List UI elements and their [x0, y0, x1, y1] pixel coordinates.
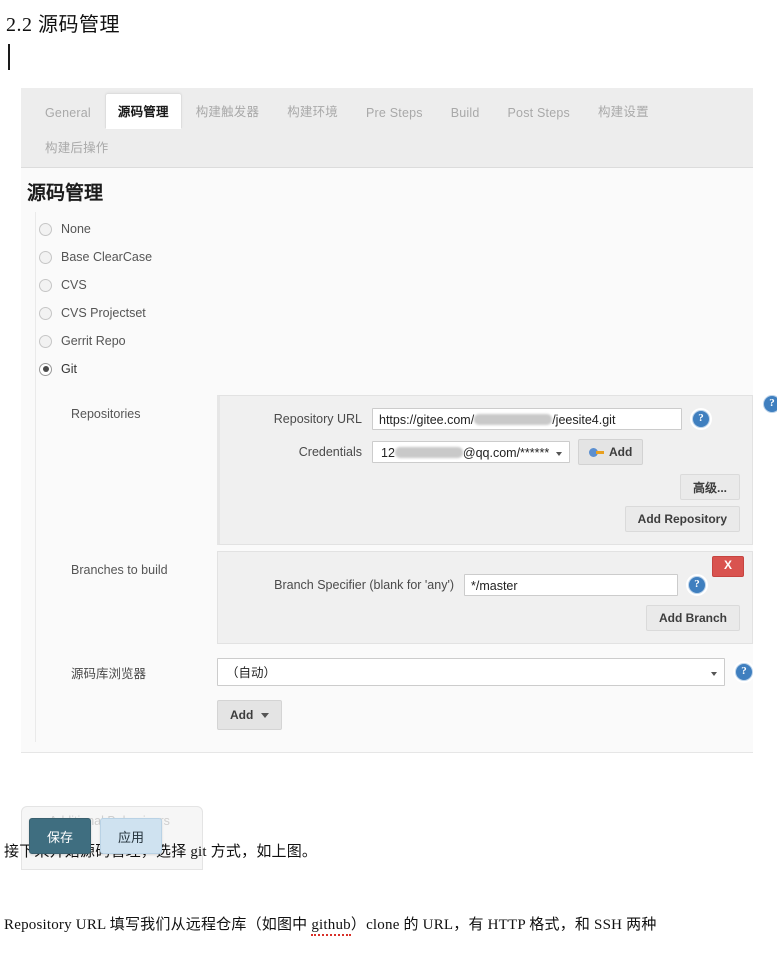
add-credentials-button[interactable]: Add: [578, 439, 644, 465]
tab-build-environment[interactable]: 构建环境: [273, 94, 352, 128]
radio-icon[interactable]: [39, 250, 52, 264]
scm-option-label: Git: [61, 362, 77, 376]
radio-icon[interactable]: [39, 306, 52, 320]
redacted-credential: [394, 447, 463, 458]
radio-selected-icon[interactable]: [39, 362, 52, 376]
doc-paragraph-2-pre: Repository URL 填写我们从远程仓库（如图中: [4, 917, 312, 933]
add-credentials-label: Add: [609, 445, 633, 459]
scm-option-none[interactable]: None: [39, 217, 753, 241]
additional-behaviours-add-button[interactable]: Add: [217, 700, 283, 730]
repository-browser-field: （自动）: [217, 658, 725, 686]
help-icon[interactable]: ?: [692, 410, 710, 428]
scm-option-label: CVS Projectset: [61, 306, 146, 320]
tab-build[interactable]: Build: [437, 99, 494, 128]
tab-general[interactable]: General: [31, 99, 105, 128]
page-title: 2.2 源码管理: [6, 14, 120, 36]
credentials-value-suffix: @qq.com/******: [462, 446, 550, 460]
apply-button[interactable]: 应用: [100, 818, 162, 854]
branch-specifier-row: Branch Specifier (blank for 'any') */mas…: [230, 574, 740, 596]
key-icon: [589, 447, 604, 457]
scm-radio-group: None Base ClearCase CVS CVS Projectset G…: [21, 215, 753, 389]
help-icon[interactable]: ?: [688, 576, 706, 594]
scm-option-label: Base ClearCase: [61, 250, 153, 264]
add-repository-button[interactable]: Add Repository: [624, 506, 740, 532]
panel-left-rule: [35, 212, 36, 742]
delete-branch-button[interactable]: X: [712, 556, 744, 577]
chevron-down-icon: [261, 712, 270, 718]
branches-body: X Branch Specifier (blank for 'any') */m…: [217, 551, 753, 644]
spellcheck-misspelled-word: github: [311, 917, 351, 936]
tab-source-code-management[interactable]: 源码管理: [104, 93, 182, 129]
branch-entry-box: X Branch Specifier (blank for 'any') */m…: [217, 551, 753, 644]
scm-option-label: CVS: [61, 278, 87, 292]
tab-post-steps[interactable]: Post Steps: [494, 99, 584, 128]
branches-label: Branches to build: [71, 563, 168, 577]
repository-url-prefix: https://gitee.com/: [379, 413, 475, 427]
help-icon[interactable]: ?: [763, 395, 777, 413]
add-branch-button[interactable]: Add Branch: [645, 605, 740, 631]
redacted-username: [474, 414, 553, 425]
repository-url-suffix: /jeesite4.git: [552, 413, 616, 427]
tab-row-secondary: 构建后操作: [21, 128, 753, 167]
advanced-button-wrap: 高级...: [232, 474, 740, 500]
jenkins-config-screenshot: General 源码管理 构建触发器 构建环境 Pre Steps Build …: [21, 88, 777, 870]
credentials-select[interactable]: 12 @qq.com/******: [372, 441, 570, 463]
form-action-bar: 保存 应用: [29, 818, 162, 854]
text-cursor: [8, 44, 10, 70]
scm-option-base-clearcase[interactable]: Base ClearCase: [39, 245, 753, 269]
credentials-row: Credentials 12 @qq.com/****** Add: [232, 439, 740, 465]
repository-entry-box: Repository URL https://gitee.com/ /jeesit…: [217, 395, 753, 545]
branches-field-row: Branches to build X Branch Specifier (bl…: [49, 551, 753, 644]
scm-option-cvs-projectset[interactable]: CVS Projectset: [39, 301, 753, 325]
scm-option-cvs[interactable]: CVS: [39, 273, 753, 297]
scm-option-gerrit-repo[interactable]: Gerrit Repo: [39, 329, 753, 353]
git-config-block: Repositories ? Repository URL https://gi…: [49, 395, 777, 730]
add-repository-button-wrap: Add Repository: [232, 506, 740, 532]
config-tab-bar: General 源码管理 构建触发器 构建环境 Pre Steps Build …: [21, 88, 753, 168]
repository-url-input[interactable]: https://gitee.com/ /jeesite4.git: [372, 408, 682, 430]
radio-icon[interactable]: [39, 222, 52, 236]
repositories-label: Repositories: [71, 407, 141, 421]
tab-pre-steps[interactable]: Pre Steps: [352, 99, 437, 128]
repository-url-row: Repository URL https://gitee.com/ /jeesit…: [232, 408, 740, 430]
repository-browser-row: 源码库浏览器 （自动） ?: [49, 658, 753, 686]
save-button[interactable]: 保存: [29, 818, 91, 854]
scm-option-label: None: [61, 222, 91, 236]
additional-behaviours-row: Add: [217, 700, 753, 730]
repository-url-label: Repository URL: [273, 412, 362, 426]
scm-option-label: Gerrit Repo: [61, 334, 126, 348]
tab-row-primary: General 源码管理 构建触发器 构建环境 Pre Steps Build …: [21, 93, 753, 129]
branch-specifier-label: Branch Specifier (blank for 'any'): [274, 578, 454, 592]
scm-section-title: 源码管理: [27, 183, 104, 204]
tab-post-build-actions[interactable]: 构建后操作: [31, 130, 123, 164]
repository-browser-label: 源码库浏览器: [71, 666, 147, 681]
add-branch-button-wrap: Add Branch: [230, 605, 740, 631]
repository-browser-select[interactable]: （自动）: [217, 658, 725, 686]
help-icon[interactable]: ?: [735, 663, 753, 681]
advanced-button[interactable]: 高级...: [679, 474, 740, 500]
credentials-label: Credentials: [298, 445, 362, 459]
tab-build-triggers[interactable]: 构建触发器: [182, 94, 274, 128]
doc-paragraph-2-post: ）clone 的 URL，有 HTTP 格式，和 SSH 两种: [350, 917, 657, 933]
credentials-value-prefix: 12: [381, 446, 395, 460]
radio-icon[interactable]: [39, 334, 52, 348]
tab-build-settings[interactable]: 构建设置: [584, 94, 663, 128]
scm-option-git[interactable]: Git: [39, 357, 753, 381]
doc-paragraph-2: Repository URL 填写我们从远程仓库（如图中 github）clon…: [4, 913, 657, 936]
repositories-body: ? Repository URL https://gitee.com/ /jees…: [217, 395, 777, 545]
repositories-field-row: Repositories ? Repository URL https://gi…: [49, 395, 777, 545]
radio-icon[interactable]: [39, 278, 52, 292]
scm-panel: 源码管理 None Base ClearCase CVS CVS Project…: [21, 168, 777, 870]
add-button-label: Add: [230, 708, 254, 722]
branch-specifier-input[interactable]: */master: [464, 574, 678, 596]
